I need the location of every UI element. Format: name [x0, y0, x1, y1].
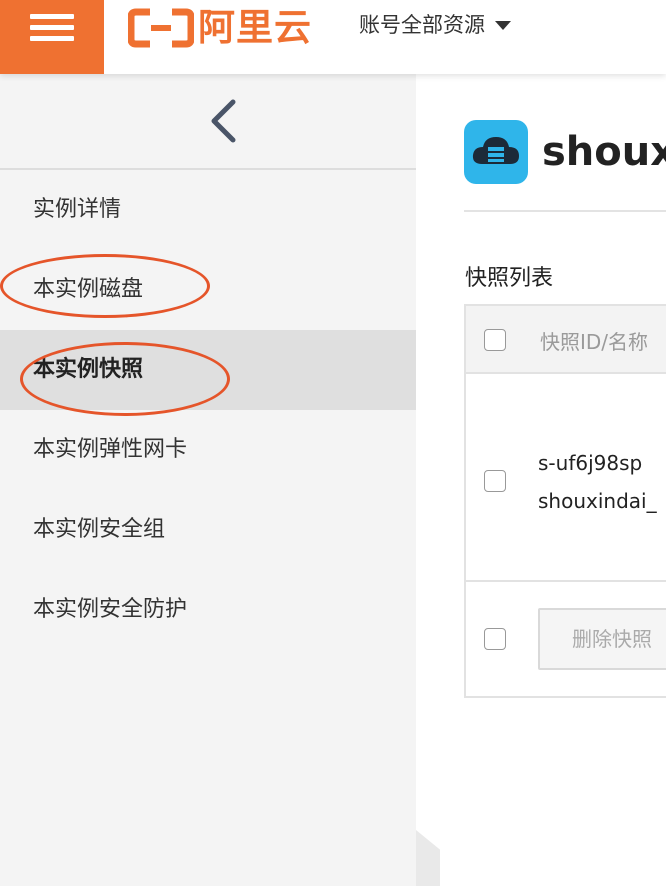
- aliyun-logo-mark: [128, 8, 194, 48]
- aliyun-logo[interactable]: 阿里云: [128, 8, 312, 48]
- hamburger-menu-button[interactable]: [0, 0, 104, 74]
- table-footer: 删除快照: [466, 584, 666, 696]
- snapshot-list-title: 快照列表: [465, 266, 554, 291]
- sidebar-item-instance-disks[interactable]: 本实例磁盘: [0, 250, 416, 330]
- caret-down-icon: [495, 20, 511, 30]
- top-navigation-bar: 阿里云 账号全部资源: [0, 0, 666, 74]
- table-row: s-uf6j98sp shouxindai_: [466, 376, 666, 582]
- snapshot-name: shouxindai_: [538, 489, 657, 513]
- sidebar-item-instance-details[interactable]: 实例详情: [0, 170, 416, 250]
- sidebar-item-instance-snapshots[interactable]: 本实例快照: [0, 330, 416, 410]
- main-content: shoux 快照列表 快照ID/名称 s-uf6j98sp shouxindai…: [440, 74, 666, 886]
- row-checkbox[interactable]: [484, 470, 506, 492]
- table-header: 快照ID/名称: [466, 306, 666, 374]
- instance-name: shoux: [542, 129, 666, 175]
- delete-snapshot-button[interactable]: 删除快照: [538, 608, 666, 670]
- cloud-server-icon: [464, 120, 528, 184]
- select-all-checkbox[interactable]: [484, 329, 506, 351]
- snapshot-id-link[interactable]: s-uf6j98sp: [538, 451, 642, 475]
- menu-icon-bar: [30, 36, 74, 41]
- sidebar-gutter: [416, 74, 440, 886]
- logo-text: 阿里云: [198, 6, 312, 49]
- sidebar-item-security-group[interactable]: 本实例安全组: [0, 490, 416, 570]
- column-header-snapshot-id: 快照ID/名称: [540, 330, 649, 354]
- account-scope-dropdown[interactable]: 账号全部资源: [359, 8, 511, 40]
- divider: [464, 210, 666, 212]
- sidebar-item-security-protection[interactable]: 本实例安全防护: [0, 570, 416, 650]
- instance-header: shoux: [464, 120, 666, 184]
- snapshot-table: 快照ID/名称 s-uf6j98sp shouxindai_ 删除快照: [464, 304, 666, 698]
- menu-icon-bar: [30, 25, 74, 30]
- cloud-server-glyph: [472, 137, 519, 164]
- menu-icon: [30, 14, 74, 19]
- sidebar: 实例详情 本实例磁盘 本实例快照 本实例弹性网卡 本实例安全组 本实例安全防护: [0, 74, 416, 886]
- chevron-left-icon: [211, 99, 236, 143]
- footer-select-checkbox[interactable]: [484, 628, 506, 650]
- account-scope-label: 账号全部资源: [359, 13, 485, 37]
- sidebar-item-elastic-nic[interactable]: 本实例弹性网卡: [0, 410, 416, 490]
- back-button[interactable]: [0, 74, 416, 170]
